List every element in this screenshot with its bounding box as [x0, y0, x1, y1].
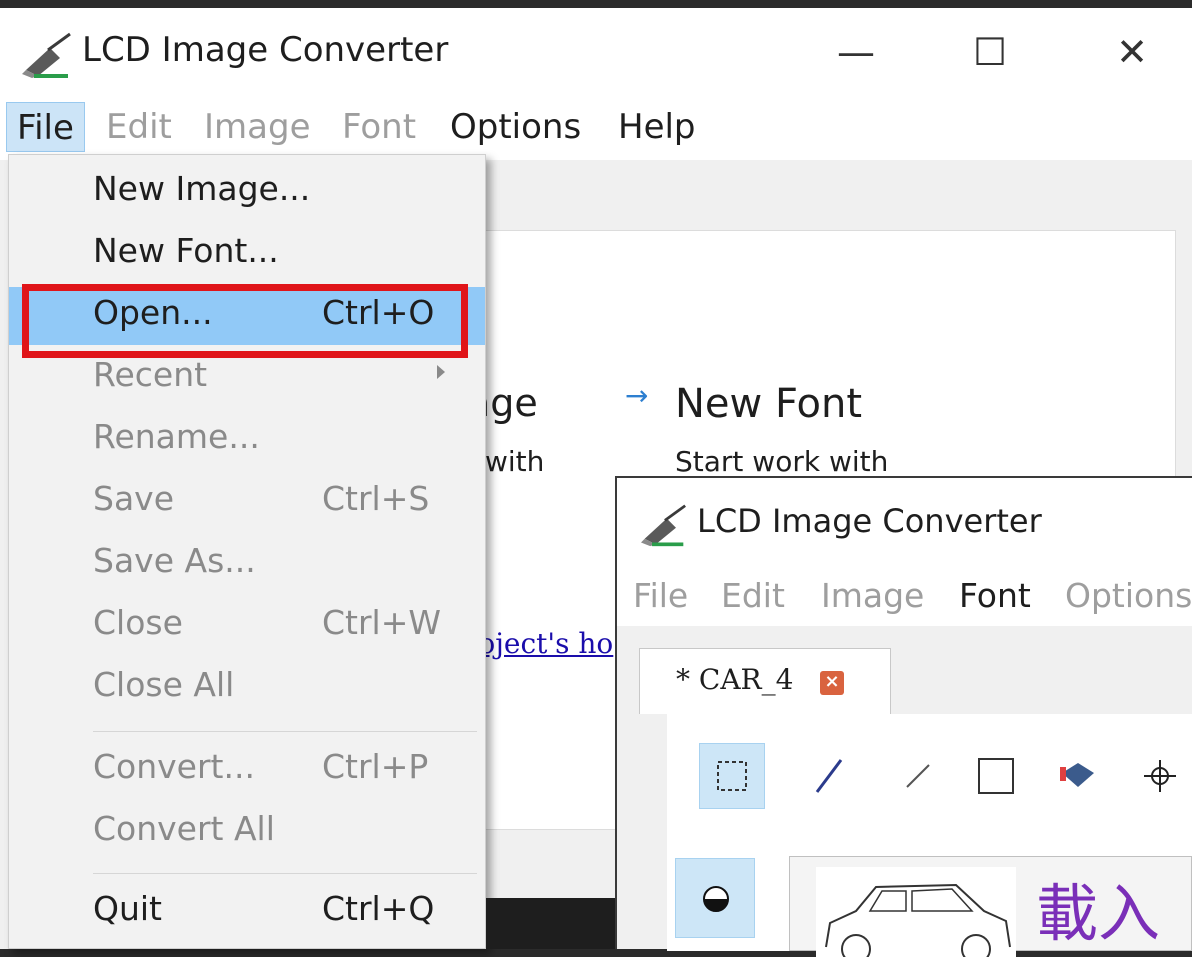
pen-tool-button[interactable]: [795, 743, 861, 809]
menu-item-convert[interactable]: Convert... Ctrl+P: [9, 741, 485, 799]
color-tool-button[interactable]: [675, 858, 755, 938]
menu-help[interactable]: Help: [608, 102, 706, 152]
menu-separator: [93, 731, 477, 732]
select-tool-button[interactable]: [699, 743, 765, 809]
app-icon: [22, 32, 71, 78]
menu-item-label: Recent: [93, 355, 208, 394]
color-swatch-icon: [703, 886, 729, 912]
select-rect-icon: [717, 761, 747, 791]
menu-edit[interactable]: Edit: [96, 102, 182, 152]
menu-options[interactable]: Options: [440, 102, 591, 152]
line-tool-button[interactable]: [885, 743, 951, 809]
menu-item-shortcut: Ctrl+P: [322, 747, 429, 786]
new-font-sub: Start work with: [675, 445, 889, 478]
close-icon[interactable]: ×: [820, 671, 844, 695]
menu-options[interactable]: Options: [1065, 576, 1192, 615]
background-strip: [486, 898, 615, 949]
maximize-button[interactable]: ☐: [950, 22, 1030, 82]
menu-font[interactable]: Font: [959, 576, 1031, 615]
pen-icon: [815, 759, 843, 793]
menu-item-label: Save: [93, 479, 175, 518]
menu-item-new-font[interactable]: New Font...: [9, 225, 485, 283]
menu-item-shortcut: Ctrl+W: [322, 603, 441, 642]
menu-edit[interactable]: Edit: [721, 576, 785, 615]
app-icon: [641, 504, 686, 547]
second-window-title: LCD Image Converter: [697, 502, 1042, 540]
menu-item-rename[interactable]: Rename...: [9, 411, 485, 469]
menu-item-label: Convert...: [93, 747, 255, 786]
menu-item-quit[interactable]: Quit Ctrl+Q: [9, 883, 485, 941]
menu-item-label: Convert All: [93, 809, 275, 848]
submenu-arrow-icon: [437, 365, 445, 379]
main-titlebar[interactable]: LCD Image Converter — ☐ ✕: [0, 8, 1192, 94]
minimize-button[interactable]: —: [816, 22, 896, 82]
tab-bar: * CAR_4 ×: [617, 626, 1192, 714]
menu-item-label: Rename...: [93, 417, 260, 456]
menu-image[interactable]: Image: [821, 576, 924, 615]
new-image-sub-fragment: with: [485, 445, 545, 478]
window-title: LCD Image Converter: [82, 30, 449, 70]
menu-item-label: Quit: [93, 889, 162, 928]
menu-item-new-image[interactable]: New Image...: [9, 163, 485, 221]
menu-item-close-all[interactable]: Close All: [9, 659, 485, 717]
menubar: File Edit Image Font Options Help: [0, 94, 1192, 160]
move-tool-button[interactable]: [1127, 743, 1192, 809]
menu-font[interactable]: Font: [332, 102, 426, 152]
rectangle-tool-button[interactable]: [963, 743, 1029, 809]
menu-image[interactable]: Image: [194, 102, 320, 152]
fill-tool-button[interactable]: [1045, 743, 1111, 809]
menu-item-label: Save As...: [93, 541, 256, 580]
rectangle-icon: [978, 758, 1014, 794]
second-window: LCD Image Converter File Edit Image Font…: [615, 476, 1192, 957]
second-menubar: File Edit Image Font Options: [617, 568, 1192, 626]
second-titlebar[interactable]: LCD Image Converter: [617, 478, 1192, 568]
menu-item-close[interactable]: Close Ctrl+W: [9, 597, 485, 655]
menu-item-shortcut: Ctrl+Q: [322, 889, 435, 928]
move-icon: [1144, 760, 1176, 792]
tab-car-4[interactable]: * CAR_4 ×: [639, 648, 891, 714]
menu-separator: [93, 873, 477, 874]
arrow-right-icon: →: [625, 379, 649, 412]
new-font-heading[interactable]: New Font: [675, 381, 862, 427]
car-image: [816, 867, 1016, 957]
line-icon: [906, 764, 930, 788]
file-menu-dropdown: New Image... New Font... Open... Ctrl+O …: [8, 154, 486, 949]
menu-file[interactable]: File: [633, 576, 688, 615]
project-homepage-link[interactable]: roject's ho: [465, 627, 613, 660]
menu-item-label: Close: [93, 603, 183, 642]
annotation-highlight-box: [22, 284, 468, 358]
menu-item-label: Close All: [93, 665, 235, 704]
menu-item-label: New Font...: [93, 231, 279, 270]
menu-item-label: New Image...: [93, 169, 311, 208]
menu-item-save-as[interactable]: Save As...: [9, 535, 485, 593]
image-canvas[interactable]: 載入: [789, 856, 1192, 957]
menu-item-shortcut: Ctrl+S: [322, 479, 430, 518]
menu-item-save[interactable]: Save Ctrl+S: [9, 473, 485, 531]
cjk-label: 載入: [1036, 877, 1161, 950]
menu-item-convert-all[interactable]: Convert All: [9, 803, 485, 861]
close-button[interactable]: ✕: [1092, 22, 1172, 82]
fill-bucket-icon: [1060, 763, 1094, 787]
menu-file[interactable]: File: [6, 102, 85, 152]
tab-label: * CAR_4: [676, 663, 794, 696]
